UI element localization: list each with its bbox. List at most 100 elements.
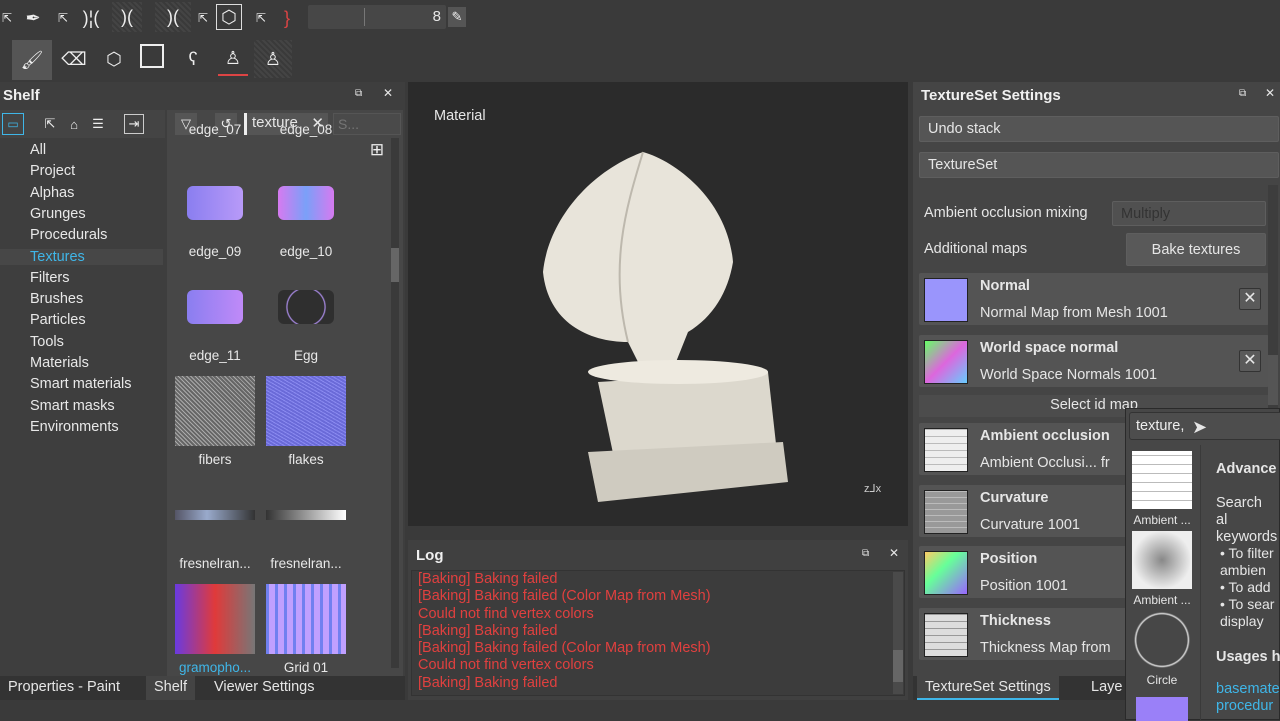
close-icon[interactable]: ✕ (1265, 86, 1275, 100)
shelf-item[interactable]: Grid 01 (266, 584, 346, 675)
smudge-icon[interactable]: ʕ (178, 42, 208, 76)
shelf-item[interactable]: flakes (266, 376, 346, 467)
help-bullet: • To add (1220, 579, 1271, 595)
shelf-item[interactable]: Egg (266, 272, 346, 363)
symmetry-y-icon[interactable]: )( (155, 2, 191, 32)
log-scrollbar[interactable] (893, 572, 903, 694)
shelf-item[interactable]: edge_10 (266, 168, 346, 259)
bake-textures-button[interactable]: Bake textures (1126, 233, 1266, 266)
grid-view-icon[interactable]: ⊞ (367, 140, 387, 160)
axis-gizmo: z⅃x (864, 483, 882, 495)
shelf-item[interactable]: fresnelran... (175, 480, 255, 571)
brush-size-slider[interactable]: 8 (308, 5, 446, 29)
popup-resource-item[interactable]: Ambient ... (1129, 531, 1195, 607)
remove-map-icon[interactable]: ✕ (1239, 350, 1261, 372)
shelf-category-brushes[interactable]: Brushes (30, 291, 83, 307)
undock-icon[interactable]: ⧉ (1239, 88, 1246, 99)
shelf-category-procedurals[interactable]: Procedurals (30, 227, 107, 243)
shelf-item-label: edge_10 (279, 244, 333, 259)
undo-stack-header[interactable]: Undo stack (919, 116, 1279, 142)
shelf-panel: Shelf ⧉ ✕ ▭ ⇱ ⌂ ☰ ⇥ All Project Alphas Grun… (0, 82, 405, 676)
resource-thumbnail (1132, 451, 1192, 509)
cube-icon[interactable]: ⬡ (216, 4, 242, 30)
log-line: Could not find vertex colors (418, 605, 594, 622)
viewport-scrollbar[interactable] (408, 526, 908, 536)
eraser-icon[interactable]: ⌫ (58, 42, 90, 76)
shelf-item[interactable]: gramopho... (175, 584, 255, 675)
shelf-category-textures[interactable]: Textures (0, 248, 163, 265)
symmetry-icon[interactable]: )¦( (76, 4, 106, 32)
remove-map-icon[interactable]: ✕ (1239, 288, 1261, 310)
folder-icon[interactable]: ▭ (2, 113, 24, 135)
external-link-icon[interactable]: ⇱ (56, 6, 70, 30)
popup-resource-item[interactable]: Circle (1129, 611, 1195, 687)
import-icon[interactable]: ⇱ (40, 114, 60, 134)
shelf-category-filters[interactable]: Filters (30, 270, 69, 286)
material-picker-icon[interactable]: ♙ (254, 40, 292, 78)
paint-brush-icon[interactable]: 🖌 (12, 40, 52, 80)
symmetry-x-icon[interactable]: )( (112, 2, 142, 32)
external-link-icon[interactable]: ⇱ (0, 6, 14, 30)
popup-resource-item[interactable] (1136, 697, 1188, 721)
textureset-title: TextureSet Settings (921, 87, 1061, 104)
shelf-item[interactable]: fibers (175, 376, 255, 467)
pen-icon[interactable]: ✒ (20, 4, 46, 32)
tab-properties-paint[interactable]: Properties - Paint (0, 676, 128, 700)
usage-link[interactable]: procedur (1216, 698, 1273, 714)
polygon-fill-icon[interactable] (140, 44, 164, 68)
shelf-item[interactable]: edge_09 (175, 168, 255, 259)
ao-mixing-dropdown[interactable]: Multiply (1112, 201, 1266, 226)
list-icon[interactable]: ☰ (88, 114, 108, 134)
baked-map-item[interactable]: World space normal World Space Normals 1… (919, 335, 1269, 387)
shelf-category-materials[interactable]: Materials (30, 355, 89, 371)
usages-title: Usages h (1216, 649, 1280, 665)
projection-icon[interactable]: ⬡ (98, 42, 130, 76)
thumbnail-image (266, 168, 346, 238)
log-line: [Baking] Baking failed (418, 674, 558, 691)
tab-shelf[interactable]: Shelf (146, 676, 196, 700)
thumbnail-image (266, 480, 346, 550)
close-icon[interactable]: ✕ (889, 546, 899, 560)
close-icon[interactable]: ✕ (383, 86, 393, 100)
external-link-icon[interactable]: ⇱ (254, 6, 268, 30)
cursor-icon: ➤ (1192, 417, 1208, 437)
viewport[interactable]: Material z⅃x (408, 82, 908, 536)
textureset-header[interactable]: TextureSet (919, 152, 1279, 178)
map-thumbnail (924, 278, 968, 322)
shelf-category-alphas[interactable]: Alphas (30, 185, 74, 201)
resource-picker-popup: ➤ Ambient ... Ambient ... Circle Advance… (1125, 408, 1280, 721)
shelf-category-particles[interactable]: Particles (30, 312, 86, 328)
shelf-item[interactable]: edge_08 (266, 116, 346, 137)
left-bottom-tabs: Properties - Paint Shelf Viewer Settings (0, 676, 405, 700)
shelf-item-label: fibers (198, 452, 232, 467)
thumbnail-image (175, 168, 255, 238)
popup-resource-item[interactable]: Ambient ... (1129, 451, 1195, 527)
new-folder-icon[interactable]: ⌂ (64, 114, 84, 134)
external-link-icon[interactable]: ⇱ (196, 6, 210, 30)
shelf-item[interactable]: edge_07 (175, 116, 255, 137)
pencil-icon[interactable]: ✎ (448, 7, 466, 27)
thumbnail-image (175, 272, 255, 342)
shelf-category-grunges[interactable]: Grunges (30, 206, 86, 222)
shelf-item[interactable]: edge_11 (175, 272, 255, 363)
clone-stamp-icon[interactable]: ♙ (218, 42, 248, 76)
shelf-item[interactable]: fresnelran... (266, 480, 346, 571)
shelf-category-smart-masks[interactable]: Smart masks (30, 398, 115, 414)
undock-icon[interactable]: ⧉ (862, 548, 869, 559)
shelf-category-project[interactable]: Project (30, 163, 75, 179)
shelf-category-tools[interactable]: Tools (30, 334, 64, 350)
thumbnail-image (175, 584, 255, 654)
shelf-category-smart-materials[interactable]: Smart materials (30, 376, 132, 392)
export-icon[interactable]: ⇥ (124, 114, 144, 134)
undock-icon[interactable]: ⧉ (355, 88, 362, 99)
shelf-item-label: edge_08 (279, 122, 333, 137)
tab-textureset-settings[interactable]: TextureSet Settings (917, 676, 1059, 700)
baked-map-item[interactable]: Normal Normal Map from Mesh 1001 ✕ (919, 273, 1269, 325)
shelf-category-environments[interactable]: Environments (30, 419, 119, 435)
lazy-mouse-icon[interactable]: } (276, 4, 298, 32)
tab-laye[interactable]: Laye (1083, 676, 1130, 700)
tab-viewer-settings[interactable]: Viewer Settings (206, 676, 322, 700)
shelf-category-all[interactable]: All (30, 142, 46, 158)
usage-link[interactable]: basemate (1216, 681, 1280, 697)
shelf-scrollbar[interactable] (391, 138, 399, 668)
